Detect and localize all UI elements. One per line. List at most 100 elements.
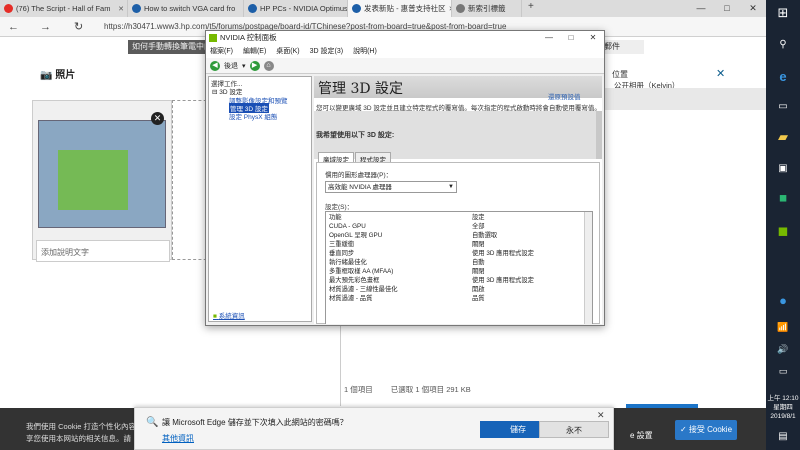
notification-center-icon[interactable]: ▤ — [774, 428, 792, 446]
close-button[interactable]: ✕ — [582, 31, 604, 45]
nvidia-logo-image — [58, 150, 128, 210]
table-row[interactable]: OpenGL 呈現 GPU 自動選取 — [326, 231, 584, 240]
clock-time: 上午 12:10 — [767, 395, 799, 402]
tab-label: (76) The Script - Hall of Fam — [16, 4, 111, 13]
tab-content: 慣用的圖形處理器(P)： 高效能 NVIDIA 處理器 ▼ 設定(S)： 功能 … — [316, 162, 600, 324]
file-explorer-icon[interactable]: ▰ — [774, 128, 792, 146]
table-row[interactable]: 三重緩衝 關閉 — [326, 240, 584, 249]
task-view-icon[interactable]: ▭ — [774, 98, 792, 116]
back-arrow-icon[interactable]: ◀ — [210, 60, 220, 71]
hp-icon — [352, 4, 361, 13]
nvidia-menu-bar: 檔案(F) 編輯(E) 桌面(K) 3D 設定(3) 說明(H) — [206, 45, 604, 58]
table-row[interactable]: 材質過濾 - 品質 品質 — [326, 294, 584, 303]
close-button[interactable]: ✕ — [740, 0, 766, 17]
dropdown-icon[interactable]: ▾ — [242, 62, 246, 70]
restore-defaults-link[interactable]: 還原預設值 — [548, 91, 581, 101]
table-row[interactable]: 垂直同步 使用 3D 應用程式設定 — [326, 249, 584, 258]
setting-cell[interactable]: 使用 3D 應用程式設定 — [472, 249, 534, 258]
never-button[interactable]: 永不 — [539, 421, 609, 438]
collapse-icon[interactable]: ⊟ — [212, 89, 217, 96]
nvidia-control-panel-window: NVIDIA 控制面板 — □ ✕ 檔案(F) 編輯(E) 桌面(K) 3D 設… — [205, 30, 605, 326]
setting-cell[interactable]: 使用 3D 應用程式設定 — [472, 276, 534, 285]
location-label: 位置 — [612, 70, 628, 79]
youtube-icon — [4, 4, 13, 13]
setting-cell[interactable]: 關閉 — [472, 240, 485, 249]
setting-cell[interactable]: 關閉 — [472, 267, 485, 276]
browser-window-controls: — □ ✕ — [688, 0, 766, 17]
table-row[interactable]: 執行緒最佳化 自動 — [326, 258, 584, 267]
menu-file[interactable]: 檔案(F) — [210, 45, 233, 58]
browser-tab[interactable]: (76) The Script - Hall of Fam ✕ — [0, 0, 128, 17]
setting-cell[interactable]: 開啟 — [472, 285, 485, 294]
table-row[interactable]: 材質過濾 - 三線性最佳化 開啟 — [326, 285, 584, 294]
caption-input[interactable]: 添加說明文字 — [36, 240, 170, 262]
more-info-link[interactable]: 其他資訊 — [162, 433, 194, 444]
dialog-header-strip — [590, 88, 766, 110]
info-icon: ■ — [213, 313, 217, 320]
new-tab-page-icon — [456, 4, 465, 13]
volume-icon[interactable]: 🔊 — [774, 340, 792, 358]
search-icon[interactable]: ⚲ — [774, 36, 792, 54]
prompt-message: 讓 Microsoft Edge 儲存並下次填入此網站的密碼嗎？ — [162, 418, 348, 427]
battery-icon[interactable]: ▭ — [774, 362, 792, 380]
table-row[interactable]: CUDA - GPU 全部 — [326, 222, 584, 231]
feature-cell: 材質過濾 - 三線性最佳化 — [329, 286, 398, 293]
browser-tab[interactable]: 新索引標籤 — [452, 0, 522, 17]
windows-start-icon[interactable]: ⊞ — [774, 4, 792, 22]
feature-cell: 多重框取樣 AA (MFAA) — [329, 268, 394, 275]
table-row[interactable]: 多重框取樣 AA (MFAA) 關閉 — [326, 267, 584, 276]
browser-tab[interactable]: HP PCs - NVIDIA Optimus C — [244, 0, 348, 17]
setting-cell[interactable]: 全部 — [472, 222, 485, 231]
close-icon[interactable]: ✕ — [597, 410, 605, 421]
close-icon[interactable]: ✕ — [716, 67, 725, 80]
minimize-button[interactable]: — — [688, 0, 714, 17]
menu-help[interactable]: 說明(H) — [353, 45, 377, 58]
tree-item-physx[interactable]: 設定 PhysX 組態 — [229, 111, 277, 121]
table-scrollbar[interactable] — [584, 212, 592, 324]
table-row[interactable]: 最大預先彩色畫框 使用 3D 應用程式設定 — [326, 276, 584, 285]
nvidia-window-controls: — □ ✕ — [538, 31, 604, 45]
hp-support-icon[interactable]: ● — [774, 292, 792, 310]
cookie-settings-link[interactable]: e 設置 — [630, 430, 653, 441]
minimize-button[interactable]: — — [538, 31, 560, 45]
store-icon[interactable]: ▣ — [774, 160, 792, 178]
close-tab-icon[interactable]: ✕ — [118, 5, 124, 13]
home-icon[interactable]: ⌂ — [263, 60, 274, 71]
menu-3d-settings[interactable]: 3D 設定(3) — [310, 45, 343, 58]
refresh-button[interactable]: ↻ — [74, 20, 83, 34]
forward-button[interactable]: → — [40, 20, 51, 34]
edge-icon[interactable]: e — [774, 68, 792, 86]
menu-edit[interactable]: 編輯(E) — [243, 45, 266, 58]
accept-cookie-button[interactable]: ✓ 接受 Cookie — [675, 420, 737, 440]
system-info-link[interactable]: ■ 系統資訊 — [213, 310, 245, 320]
forward-arrow-icon[interactable]: ▶ — [249, 60, 260, 71]
nvidia-taskbar-icon[interactable]: ◼ — [774, 222, 792, 240]
back-label[interactable]: 後退 — [224, 61, 238, 71]
maximize-button[interactable]: □ — [714, 0, 740, 17]
maximize-button[interactable]: □ — [560, 31, 582, 45]
tab-label: How to switch VGA card fro — [144, 4, 236, 13]
clock-date: 2019/8/1 — [770, 413, 796, 420]
setting-cell[interactable]: 品質 — [472, 294, 485, 303]
item-count: 1 個項目 — [344, 385, 373, 394]
clock[interactable]: 上午 12:10 星期四 2019/8/1 — [766, 394, 800, 421]
browser-tab-active[interactable]: 发表新贴 - 惠普支持社区 ✕ — [348, 0, 452, 17]
app-icon[interactable]: ◼ — [774, 190, 792, 208]
preferred-gpu-label: 慣用的圖形處理器(P)： — [325, 172, 393, 179]
photo-heading: 📷 照片 — [40, 66, 75, 81]
setting-cell[interactable]: 自動 — [472, 258, 485, 267]
clock-day: 星期四 — [773, 404, 793, 411]
back-button[interactable]: ← — [8, 20, 19, 34]
scrollbar[interactable] — [596, 111, 602, 159]
browser-tab[interactable]: How to switch VGA card fro — [128, 0, 244, 17]
setting-cell[interactable]: 自動選取 — [472, 231, 497, 240]
new-tab-button[interactable]: + — [528, 1, 534, 12]
feature-cell: CUDA - GPU — [329, 223, 366, 230]
remove-photo-icon[interactable]: ✕ — [151, 112, 164, 125]
file-status-bar: 1 個項目 已選取 1 個項目 291 KB — [344, 384, 644, 395]
manage-3d-panel: 管理 3D 設定 還原預設值 您可以變更廣域 3D 設定並且建立特定程式的覆寫值… — [314, 76, 602, 324]
network-icon[interactable]: 📶 — [774, 318, 792, 336]
preferred-gpu-select[interactable]: 高效能 NVIDIA 處理器 ▼ — [325, 181, 457, 193]
feature-cell: 執行緒最佳化 — [329, 259, 367, 266]
menu-desktop[interactable]: 桌面(K) — [276, 45, 299, 58]
